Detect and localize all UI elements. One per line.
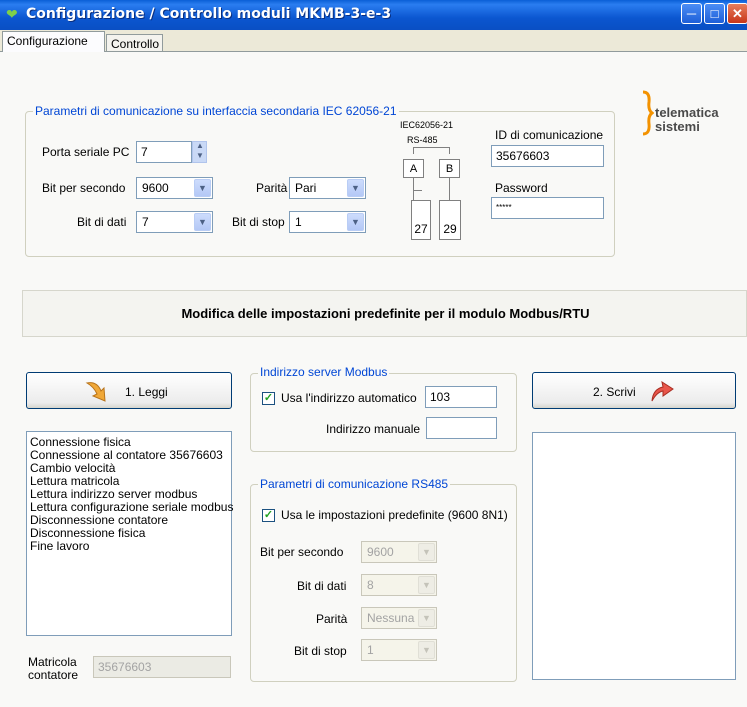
chevron-down-icon: ▼ <box>418 609 435 627</box>
manual-address-label: Indirizzo manuale <box>326 422 421 436</box>
diagram-title-1: IEC62056-21 <box>400 120 454 130</box>
auto-address-label[interactable]: Usa l'indirizzo automatico <box>281 391 417 405</box>
rs485-stopbits-label: Bit di stop <box>294 644 347 658</box>
diagram-line <box>413 147 414 154</box>
parita-label: Parità <box>256 181 288 195</box>
parita-value: Pari <box>295 181 317 195</box>
modbus-banner: Modifica delle impostazioni predefinite … <box>22 290 747 337</box>
log-list[interactable]: Connessione fisica Connessione al contato… <box>26 431 233 636</box>
matricola-field: 35676603 <box>93 656 231 678</box>
stopbits-select[interactable]: 1 ▼ <box>289 211 366 233</box>
porta-label: Porta seriale PC <box>42 145 130 159</box>
rs485-databits-value: 8 <box>367 578 374 592</box>
bps-value: 9600 <box>142 181 169 195</box>
maximize-icon[interactable]: □ <box>704 3 725 24</box>
modbus-group-title: Indirizzo server Modbus <box>258 365 390 379</box>
stopbits-label: Bit di stop <box>232 215 285 229</box>
default-settings-label[interactable]: Usa le impostazioni predefinite (9600 8N… <box>281 508 508 522</box>
chevron-down-icon[interactable]: ▼ <box>347 179 364 197</box>
stopbits-value: 1 <box>295 215 302 229</box>
diagram-box-a: A <box>403 159 424 178</box>
arrow-down-right-icon <box>85 382 106 402</box>
diagram-line <box>413 147 449 148</box>
close-icon[interactable]: ✕ <box>727 3 747 24</box>
rs485-parita-label: Parità <box>316 612 348 626</box>
log-list-item[interactable]: Fine lavoro <box>30 540 228 553</box>
chevron-down-icon[interactable]: ▼ <box>347 213 364 231</box>
databits-label: Bit di dati <box>77 215 127 229</box>
rs485-group-title: Parametri di comunicazione RS485 <box>258 477 451 491</box>
diagram-box-b: B <box>439 159 460 178</box>
telematica-logo: telematica sistemi <box>640 90 740 140</box>
logo-text-2: sistemi <box>655 119 700 134</box>
tab-configurazione[interactable]: Configurazione <box>2 31 105 52</box>
rs485-databits-label: Bit di dati <box>297 579 347 593</box>
spin-up-icon[interactable]: ▲ <box>196 141 204 150</box>
id-label: ID di comunicazione <box>495 128 604 142</box>
banner-text: Modifica delle impostazioni predefinite … <box>181 306 590 321</box>
default-settings-checkbox[interactable]: ✓ <box>262 509 275 522</box>
logo-text-1: telematica <box>655 105 719 120</box>
password-input[interactable]: ***** <box>491 197 604 219</box>
rs485-diagram: IEC62056-21 RS-485 A B 27 29 <box>393 120 473 245</box>
write-button[interactable]: 2. Scrivi <box>532 372 736 409</box>
matricola-label-1: Matricola <box>28 655 77 669</box>
read-button-label: 1. Leggi <box>125 385 168 399</box>
heart-icon: ❤ <box>6 6 18 22</box>
rs485-bps-value: 9600 <box>367 545 394 559</box>
rs485-databits-select: 8 ▼ <box>361 574 437 596</box>
title-bar[interactable]: ❤ Configurazione / Controllo moduli MKMB… <box>0 0 747 30</box>
password-label: Password <box>495 181 548 195</box>
arrow-up-right-icon <box>651 380 674 402</box>
diagram-line <box>449 178 450 200</box>
rs485-parita-value: Nessuna <box>367 611 415 625</box>
porta-input[interactable]: 7 <box>136 141 192 163</box>
auto-address-input[interactable]: 103 <box>425 386 497 408</box>
databits-select[interactable]: 7 ▼ <box>136 211 213 233</box>
diagram-line <box>449 147 450 154</box>
matricola-label-2: contatore <box>28 668 79 682</box>
tab-controllo[interactable]: Controllo <box>106 34 163 52</box>
rs485-parita-select: Nessuna ▼ <box>361 607 437 629</box>
minimize-icon[interactable]: ─ <box>681 3 702 24</box>
manual-address-input[interactable] <box>426 417 497 439</box>
rs485-stopbits-select: 1 ▼ <box>361 639 437 661</box>
window-title: Configurazione / Controllo moduli MKMB-3… <box>26 6 392 22</box>
diagram-terminal-29: 29 <box>439 200 461 240</box>
chevron-down-icon[interactable]: ▼ <box>194 179 211 197</box>
log-items: Connessione fisica Connessione al contato… <box>30 436 233 553</box>
bps-select[interactable]: 9600 ▼ <box>136 177 213 199</box>
diagram-terminal-27: 27 <box>411 200 431 240</box>
chevron-down-icon: ▼ <box>418 543 435 561</box>
rs485-stopbits-value: 1 <box>367 643 374 657</box>
spin-down-icon[interactable]: ▼ <box>196 151 204 160</box>
diagram-title-2: RS-485 <box>407 135 438 145</box>
databits-value: 7 <box>142 215 149 229</box>
id-input[interactable]: 35676603 <box>491 145 604 167</box>
logo-brace-icon <box>642 90 654 136</box>
chevron-down-icon: ▼ <box>418 576 435 594</box>
read-button[interactable]: 1. Leggi <box>26 372 232 409</box>
diagram-line <box>413 190 422 199</box>
parita-select[interactable]: Pari ▼ <box>289 177 366 199</box>
write-button-label: 2. Scrivi <box>593 385 636 399</box>
bps-label: Bit per secondo <box>42 181 126 195</box>
porta-spinner[interactable]: ▲ ▼ <box>192 141 207 163</box>
iec-group-title: Parametri di comunicazione su interfacci… <box>33 104 399 118</box>
auto-address-checkbox[interactable]: ✓ <box>262 392 275 405</box>
modbus-address-group <box>250 373 517 452</box>
chevron-down-icon[interactable]: ▼ <box>194 213 211 231</box>
rs485-bps-select: 9600 ▼ <box>361 541 437 563</box>
chevron-down-icon: ▼ <box>418 641 435 659</box>
rs485-bps-label: Bit per secondo <box>260 545 344 559</box>
result-list[interactable] <box>532 432 736 680</box>
